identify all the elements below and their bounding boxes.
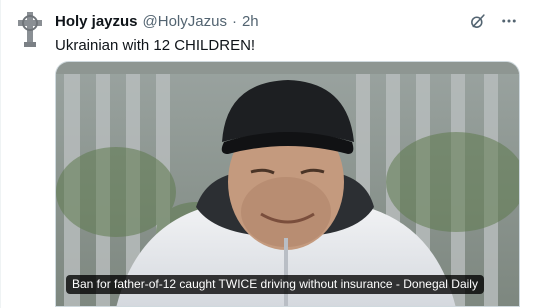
celtic-cross-icon bbox=[18, 12, 42, 47]
tweet-header: Holy jayzus @HolyJazus · 2h bbox=[55, 13, 259, 31]
user-handle[interactable]: @HolyJazus bbox=[143, 13, 227, 31]
grok-icon[interactable] bbox=[468, 12, 486, 30]
tweet-text: Ukrainian with 12 CHILDREN! bbox=[55, 37, 256, 54]
tweet-media-card[interactable] bbox=[55, 61, 520, 307]
news-photo bbox=[56, 62, 519, 306]
media-card-caption[interactable]: Ban for father-of-12 caught TWICE drivin… bbox=[66, 275, 484, 294]
timestamp[interactable]: 2h bbox=[242, 13, 259, 31]
avatar[interactable] bbox=[15, 10, 45, 48]
more-options-icon[interactable] bbox=[500, 12, 518, 30]
separator-dot: · bbox=[231, 13, 237, 30]
tweet-actions bbox=[468, 12, 518, 30]
tweet[interactable]: Holy jayzus @HolyJazus · 2h Ukrainian wi… bbox=[0, 0, 546, 308]
display-name[interactable]: Holy jayzus bbox=[55, 13, 138, 31]
